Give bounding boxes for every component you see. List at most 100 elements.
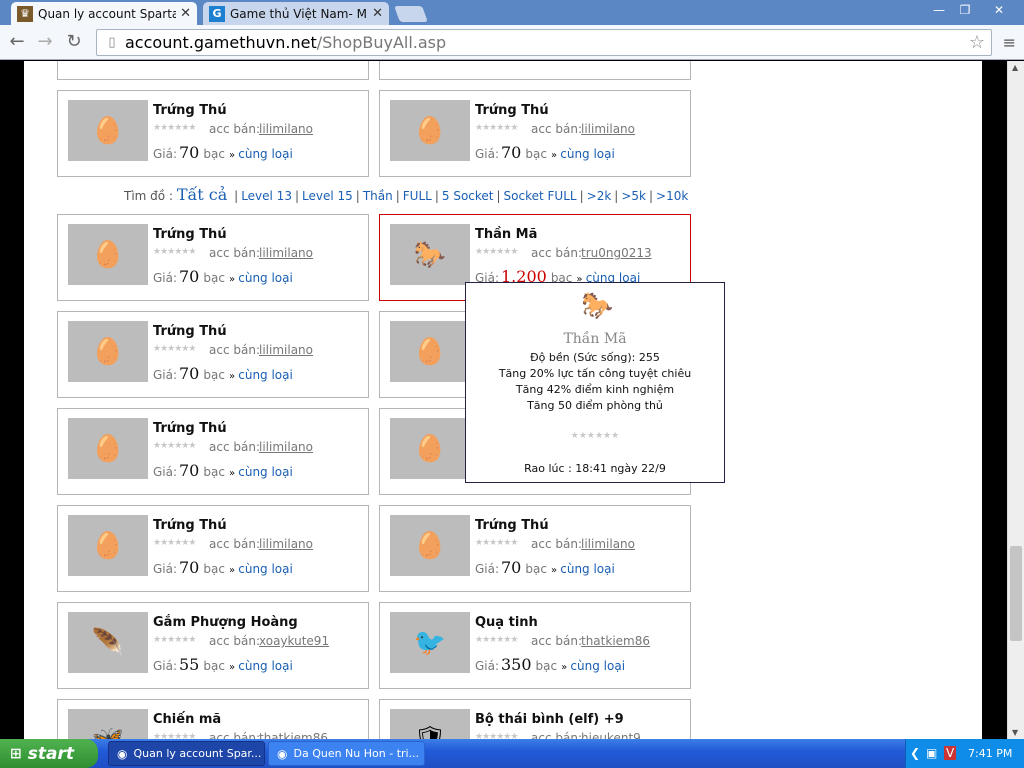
item-card[interactable]: 🥚 Trứng Thú ★★★★★★ acc bán:lilimilano Giá:70…	[57, 505, 369, 592]
item-card[interactable]: 🥚 Trứng Thú ★★★★★★ acc bán:lilimilano Giá:70…	[379, 90, 691, 177]
browser-tab-strip: ♛ Quan ly account Spartacus7 ✕ G Game th…	[0, 0, 1024, 25]
item-card[interactable]: 🥚 Trứng Thú ★★★★★★ acc bán:lilimilano Giá:70…	[379, 505, 691, 592]
filter-option-link[interactable]: >5k	[621, 189, 646, 203]
tooltip-line: Tăng 42% điểm kinh nghiệm	[515, 383, 675, 396]
seller-link[interactable]: lilimilano	[259, 122, 313, 136]
close-tab-icon[interactable]: ✕	[372, 6, 383, 21]
filter-option-link[interactable]: 5 Socket	[442, 189, 494, 203]
tab-quan-ly-account[interactable]: ♛ Quan ly account Spartacus7 ✕	[11, 2, 197, 25]
forward-arrow-icon[interactable]: →	[34, 31, 56, 53]
item-card[interactable]: 🛡 Bộ thái bình (elf) +9 ★★★★★★ acc bán:hieu…	[379, 699, 691, 739]
seller-link[interactable]: lilimilano	[259, 246, 313, 260]
close-window-icon[interactable]: ✕	[980, 2, 1018, 18]
new-tab-button[interactable]	[394, 6, 428, 22]
g-favicon-icon: G	[209, 5, 225, 22]
filter-separator: |	[496, 189, 501, 203]
clock: 7:41 PM	[968, 747, 1013, 760]
scroll-down-icon[interactable]: ▼	[1012, 728, 1018, 737]
antivirus-icon[interactable]: V	[944, 746, 957, 760]
seller-link[interactable]: lilimilano	[259, 440, 313, 454]
item-card[interactable]: 🥚 Trứng Thú ★★★★★★ acc bán:lilimilano Giá:70…	[57, 90, 369, 177]
shop-page: 🥚 Trứng Thú ★★★★★★ acc bán: lilimilano Giá: 70…	[24, 61, 982, 739]
egg-icon[interactable]: 🥚	[390, 515, 470, 576]
scroll-up-icon[interactable]: ▲	[1012, 63, 1018, 72]
tab-game-thu[interactable]: G Game thủ Việt Nam- MU Hà N ✕	[203, 2, 389, 25]
filter-separator: |	[234, 189, 239, 203]
horse-icon[interactable]: 🦋	[68, 709, 148, 739]
egg-icon[interactable]: 🥚	[68, 224, 148, 285]
restore-icon[interactable]: ❐	[954, 2, 976, 18]
chrome-icon: ◉	[117, 746, 128, 761]
filter-option-link[interactable]: Socket FULL	[504, 189, 577, 203]
seller-link[interactable]: lilimilano	[581, 122, 635, 136]
egg-icon[interactable]: 🥚	[68, 100, 148, 161]
seller-link[interactable]: tru0ng0213	[581, 246, 652, 260]
pegasus-icon[interactable]: 🐎	[390, 224, 470, 285]
same-type-link[interactable]: cùng loại	[229, 562, 293, 576]
windows-flag-icon: ⊞	[10, 745, 22, 762]
filter-option-link[interactable]: >2k	[587, 189, 612, 203]
seller-link[interactable]: hieukent9	[581, 731, 641, 739]
taskbar-item-quan-ly[interactable]: ◉ Quan ly account Spar...	[108, 741, 265, 766]
armor-icon[interactable]: 🛡	[390, 709, 470, 739]
network-icon[interactable]: ▣	[926, 746, 937, 760]
same-type-link[interactable]: cùng loại	[551, 147, 615, 161]
bookmark-star-icon[interactable]: ☆	[969, 32, 985, 53]
filter-option-link[interactable]: Level 15	[302, 189, 353, 203]
item-price: 70	[501, 558, 522, 577]
egg-icon[interactable]: 🥚	[68, 515, 148, 576]
egg-icon[interactable]: 🥚	[390, 418, 470, 479]
same-type-link[interactable]: cùng loại	[229, 368, 293, 382]
same-type-link[interactable]: cùng loại	[229, 465, 293, 479]
scroll-thumb[interactable]	[1010, 546, 1022, 641]
item-card[interactable]: 🪶 Gắm Phượng Hoàng ★★★★★★ acc bán: xoaykute9…	[57, 602, 369, 689]
seller-label: acc bán:	[531, 537, 582, 551]
close-tab-icon[interactable]: ✕	[180, 6, 191, 21]
filter-option-link[interactable]: FULL	[403, 189, 432, 203]
egg-icon[interactable]: 🥚	[68, 418, 148, 479]
vertical-scrollbar[interactable]: ▲ ▼	[1007, 61, 1024, 739]
item-card[interactable]: 🥚 Trứng Thú ★★★★★★ acc bán:lilimilano Giá:70…	[57, 214, 369, 301]
seller-link[interactable]: thatkiem86	[581, 634, 650, 648]
item-card[interactable]: 🥚 Trứng Thú ★★★★★★ acc bán:lilimilano Giá:70…	[57, 311, 369, 398]
filter-option-link[interactable]: >10k	[656, 189, 688, 203]
seller-link[interactable]: thatkiem86	[259, 731, 328, 739]
tooltip-line: Độ bền (Sức sống): 255	[530, 351, 660, 364]
same-type-link[interactable]: cùng loại	[551, 562, 615, 576]
same-type-link[interactable]: cùng loại	[229, 659, 293, 673]
pegasus-icon: 🐎	[581, 291, 614, 321]
price-label: Giá:	[153, 271, 178, 285]
tray-arrow-icon[interactable]: ❮	[910, 746, 920, 760]
menu-icon[interactable]: ≡	[1003, 33, 1016, 52]
seller-link[interactable]: xoaykute91	[259, 634, 329, 648]
address-bar[interactable]: ▯ account.gamethuvn.net /ShopBuyAll.asp …	[96, 29, 992, 56]
taskbar-item-label: Da Quen Nu Hon - tri...	[293, 747, 420, 760]
same-type-link[interactable]: cùng loại	[229, 271, 293, 285]
seller-label: acc bán:	[209, 122, 260, 136]
item-card[interactable]: 🦋 Chiến mã ★★★★★★ acc bán:thatkiem86	[57, 699, 369, 739]
feather-icon[interactable]: 🪶	[68, 612, 148, 673]
egg-icon[interactable]: 🥚	[390, 321, 470, 382]
seller-link[interactable]: lilimilano	[259, 343, 313, 357]
minimize-icon[interactable]: —	[928, 2, 950, 18]
same-type-link[interactable]: cùng loại	[561, 659, 625, 673]
seller-link[interactable]: lilimilano	[259, 537, 313, 551]
seller-link[interactable]: lilimilano	[581, 537, 635, 551]
item-price: 70	[179, 143, 200, 162]
filter-separator: |	[434, 189, 439, 203]
item-card[interactable]: 🥚 Trứng Thú ★★★★★★ acc bán:lilimilano Giá:70…	[57, 408, 369, 495]
crow-icon[interactable]: 🐦	[390, 612, 470, 673]
item-card[interactable]: 🐦 Quạ tinh ★★★★★★ acc bán: thatkiem86 Giá: 350…	[379, 602, 691, 689]
filter-separator: |	[614, 189, 619, 203]
egg-icon[interactable]: 🥚	[390, 100, 470, 161]
same-type-link[interactable]: cùng loại	[229, 147, 293, 161]
filter-option-link[interactable]: Thần	[363, 189, 393, 203]
reload-icon[interactable]: ↻	[63, 31, 85, 53]
egg-icon[interactable]: 🥚	[68, 321, 148, 382]
start-button[interactable]: ⊞ start	[0, 739, 98, 768]
back-arrow-icon[interactable]: ←	[6, 31, 28, 53]
filter-option-link[interactable]: Level 13	[241, 189, 292, 203]
filter-all-link[interactable]: Tất cả	[177, 185, 228, 204]
seller-label: acc bán:	[209, 731, 260, 739]
taskbar-item-da-quen[interactable]: ◉ Da Quen Nu Hon - tri...	[268, 741, 425, 766]
